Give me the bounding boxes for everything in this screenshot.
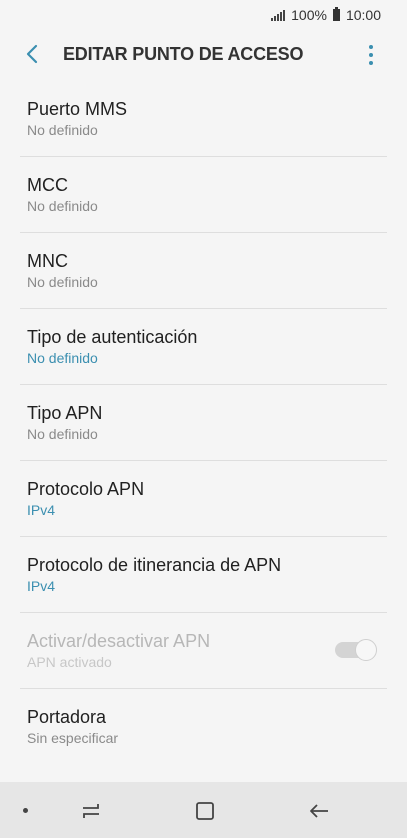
- setting-tipo-apn[interactable]: Tipo APN No definido: [0, 384, 407, 460]
- setting-puerto-mms[interactable]: Puerto MMS No definido: [0, 81, 407, 156]
- setting-value: IPv4: [27, 501, 56, 518]
- setting-value: No definido: [27, 197, 98, 214]
- home-button[interactable]: [192, 799, 218, 823]
- setting-label: Protocolo APN: [27, 478, 145, 499]
- dot-icon[interactable]: [23, 808, 28, 813]
- setting-label: Tipo APN: [27, 402, 103, 423]
- signal-icon: [271, 9, 286, 21]
- more-options-button[interactable]: [359, 42, 383, 68]
- setting-label: Portadora: [27, 706, 107, 727]
- setting-portadora[interactable]: Portadora Sin especificar: [0, 688, 407, 764]
- setting-label: MNC: [27, 250, 68, 271]
- clock: 10:00: [345, 7, 381, 23]
- setting-label: Protocolo de itinerancia de APN: [27, 554, 282, 575]
- back-nav-button[interactable]: [306, 799, 332, 823]
- battery-percent: 100%: [291, 7, 327, 23]
- apn-toggle-switch[interactable]: [335, 639, 377, 661]
- more-vert-icon: [369, 45, 373, 49]
- setting-label: Tipo de autenticación: [27, 326, 198, 347]
- back-icon: [310, 804, 328, 818]
- setting-activar-apn: Activar/desactivar APN APN activado: [0, 612, 407, 688]
- setting-mnc[interactable]: MNC No definido: [0, 232, 407, 308]
- setting-value: APN activado: [27, 653, 112, 670]
- setting-label: MCC: [27, 174, 68, 195]
- setting-value: No definido: [27, 349, 98, 366]
- setting-protocolo-apn[interactable]: Protocolo APN IPv4: [0, 460, 407, 536]
- setting-label: Puerto MMS: [27, 99, 128, 119]
- status-bar: 100% 10:00: [0, 0, 407, 30]
- setting-label: Activar/desactivar APN: [27, 630, 211, 651]
- home-icon: [196, 802, 214, 820]
- chevron-left-icon: [26, 44, 38, 64]
- settings-list: Puerto MMS No definido MCC No definido M…: [0, 81, 407, 764]
- setting-value: No definido: [27, 122, 98, 138]
- recents-icon: [83, 804, 99, 818]
- recents-button[interactable]: [78, 799, 104, 823]
- setting-protocolo-itinerancia[interactable]: Protocolo de itinerancia de APN IPv4: [0, 536, 407, 612]
- app-bar: EDITAR PUNTO DE ACCESO: [0, 30, 407, 80]
- navigation-bar: [0, 782, 407, 838]
- setting-value: No definido: [27, 273, 98, 290]
- setting-mcc[interactable]: MCC No definido: [0, 156, 407, 232]
- page-title: EDITAR PUNTO DE ACCESO: [63, 44, 304, 64]
- setting-tipo-autenticacion[interactable]: Tipo de autenticación No definido: [0, 308, 407, 384]
- setting-value: IPv4: [27, 577, 56, 594]
- toggle-knob: [355, 639, 377, 661]
- setting-value: No definido: [27, 425, 98, 442]
- setting-value: Sin especificar: [27, 729, 119, 746]
- battery-icon: [332, 7, 340, 21]
- back-button[interactable]: [20, 42, 44, 66]
